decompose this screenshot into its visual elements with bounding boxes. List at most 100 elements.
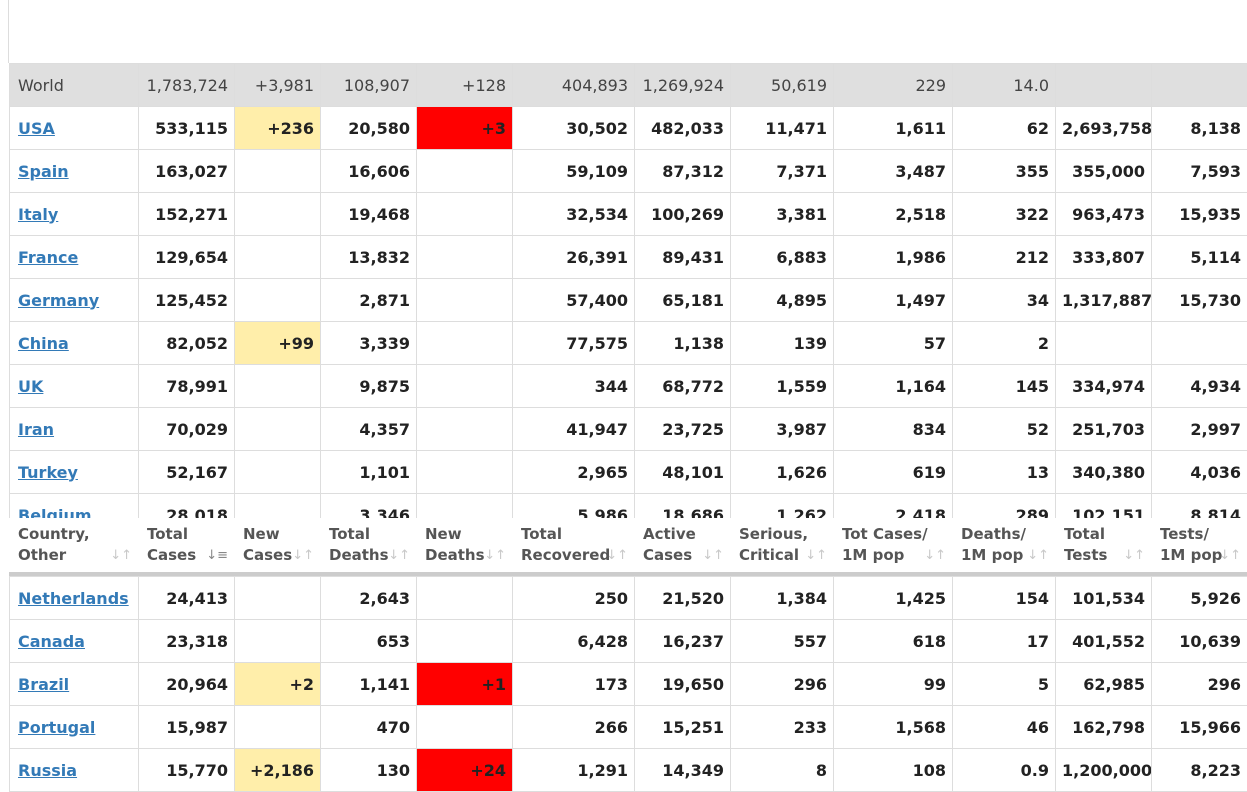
cell-new-deaths: [417, 577, 513, 620]
cell-new-deaths: [417, 193, 513, 236]
cell-new-cases: +3,981: [235, 64, 321, 107]
cell-country: Canada: [10, 620, 139, 663]
country-link[interactable]: Portugal: [18, 718, 95, 737]
column-header-new-deaths[interactable]: NewDeaths↓↑: [416, 518, 512, 572]
column-header-serious-critical[interactable]: Serious,Critical↓↑: [730, 518, 833, 572]
table-row: Iran70,0294,35741,94723,7253,98783452251…: [10, 408, 1247, 451]
country-link[interactable]: Turkey: [18, 463, 78, 482]
cell-total-recovered: 6,428: [513, 620, 635, 663]
country-link[interactable]: Germany: [18, 291, 99, 310]
cell-new-cases: [235, 494, 321, 519]
column-header-total-cases[interactable]: TotalCases↓≡: [138, 518, 234, 572]
cell-new-cases: [235, 706, 321, 749]
sort-icon[interactable]: ↓↑: [1027, 545, 1049, 566]
column-header-country[interactable]: Country,Other↓↑: [9, 518, 138, 572]
table-row: Russia15,770+2,186130+241,29114,34981080…: [10, 749, 1247, 792]
column-header-total-recovered[interactable]: TotalRecovered↓↑: [512, 518, 634, 572]
country-link[interactable]: Canada: [18, 632, 85, 651]
sort-icon[interactable]: ↓↑: [292, 545, 314, 566]
sort-icon[interactable]: ↓↑: [924, 545, 946, 566]
column-header-label: Total: [1064, 524, 1151, 545]
cell-new-deaths: +24: [417, 749, 513, 792]
sort-icon[interactable]: ↓↑: [805, 545, 827, 566]
cell-total-cases: 15,770: [139, 749, 235, 792]
cell-new-deaths: [417, 408, 513, 451]
cell-new-cases: [235, 236, 321, 279]
cell-total-deaths: 3,346: [321, 494, 417, 519]
cell-new-cases: +2: [235, 663, 321, 706]
cell-tests-per-1m: 10,639: [1152, 620, 1247, 663]
cell-country: UK: [10, 365, 139, 408]
cell-new-deaths: +1: [417, 663, 513, 706]
country-link[interactable]: Brazil: [18, 675, 69, 694]
cell-active-cases: 15,251: [635, 706, 731, 749]
cell-serious-critical: 139: [731, 322, 834, 365]
column-header-total-tests[interactable]: TotalTests↓↑: [1055, 518, 1151, 572]
column-header-new-cases[interactable]: NewCases↓↑: [234, 518, 320, 572]
cell-deaths-per-1m: 13: [953, 451, 1056, 494]
country-link[interactable]: Netherlands: [18, 589, 129, 608]
column-header-label: Tot Cases/: [842, 524, 952, 545]
column-header-tests-per-1m[interactable]: Tests/1M pop↓↑: [1151, 518, 1247, 572]
cell-tests-per-1m: [1152, 322, 1247, 365]
country-link[interactable]: UK: [18, 377, 43, 396]
cell-country: Belgium: [10, 494, 139, 519]
cell-deaths-per-1m: 17: [953, 620, 1056, 663]
cell-country: Turkey: [10, 451, 139, 494]
sticky-table-header: Country,Other↓↑TotalCases↓≡NewCases↓↑Tot…: [9, 518, 1247, 576]
cell-country: Iran: [10, 408, 139, 451]
cell-total-deaths: 1,101: [321, 451, 417, 494]
column-header-active-cases[interactable]: ActiveCases↓↑: [634, 518, 730, 572]
sort-icon[interactable]: ↓↑: [606, 545, 628, 566]
country-link[interactable]: Russia: [18, 761, 77, 780]
cell-active-cases: 16,237: [635, 620, 731, 663]
cell-tot-cases-per-1m: 108: [834, 749, 953, 792]
cell-total-cases: 24,413: [139, 577, 235, 620]
cell-total-tests: 963,473: [1056, 193, 1152, 236]
sort-icon[interactable]: ↓↑: [110, 545, 132, 566]
cell-active-cases: 65,181: [635, 279, 731, 322]
cell-active-cases: 21,520: [635, 577, 731, 620]
world-row: World1,783,724+3,981108,907+128404,8931,…: [10, 64, 1247, 107]
cell-total-cases: 125,452: [139, 279, 235, 322]
cell-total-cases: 163,027: [139, 150, 235, 193]
column-header-label: Total: [147, 524, 234, 545]
cell-deaths-per-1m: 5: [953, 663, 1056, 706]
column-header-total-deaths[interactable]: TotalDeaths↓↑: [320, 518, 416, 572]
cell-tot-cases-per-1m: 1,497: [834, 279, 953, 322]
table-scroll-area[interactable]: World1,783,724+3,981108,907+128404,8931,…: [0, 63, 1247, 518]
country-link[interactable]: China: [18, 334, 69, 353]
country-link[interactable]: Iran: [18, 420, 54, 439]
sort-desc-icon[interactable]: ↓≡: [206, 545, 228, 566]
cell-tot-cases-per-1m: 1,164: [834, 365, 953, 408]
sort-icon[interactable]: ↓↑: [484, 545, 506, 566]
cell-deaths-per-1m: 145: [953, 365, 1056, 408]
cell-new-cases: [235, 620, 321, 663]
sort-icon[interactable]: ↓↑: [702, 545, 724, 566]
cell-total-recovered: 2,965: [513, 451, 635, 494]
cell-deaths-per-1m: 46: [953, 706, 1056, 749]
cell-total-cases: 1,783,724: [139, 64, 235, 107]
column-header-deaths-per-1m[interactable]: Deaths/1M pop↓↑: [952, 518, 1055, 572]
cell-total-cases: 70,029: [139, 408, 235, 451]
sort-icon[interactable]: ↓↑: [1219, 545, 1241, 566]
country-link[interactable]: France: [18, 248, 78, 267]
cell-total-recovered: 41,947: [513, 408, 635, 451]
column-header-label: New: [425, 524, 512, 545]
cell-active-cases: 14,349: [635, 749, 731, 792]
cell-total-cases: 152,271: [139, 193, 235, 236]
country-link[interactable]: USA: [18, 119, 55, 138]
sort-icon[interactable]: ↓↑: [388, 545, 410, 566]
cell-tests-per-1m: 4,036: [1152, 451, 1247, 494]
sort-icon[interactable]: ↓↑: [1123, 545, 1145, 566]
country-link[interactable]: Italy: [18, 205, 58, 224]
cell-serious-critical: 8: [731, 749, 834, 792]
column-header-label: Total: [329, 524, 416, 545]
country-link[interactable]: Belgium: [18, 506, 92, 519]
column-header-tot-cases-per-1m[interactable]: Tot Cases/1M pop↓↑: [833, 518, 952, 572]
cell-new-cases: [235, 193, 321, 236]
column-header-label: Deaths/: [961, 524, 1055, 545]
cell-tot-cases-per-1m: 57: [834, 322, 953, 365]
country-link[interactable]: Spain: [18, 162, 69, 181]
cell-serious-critical: 1,262: [731, 494, 834, 519]
